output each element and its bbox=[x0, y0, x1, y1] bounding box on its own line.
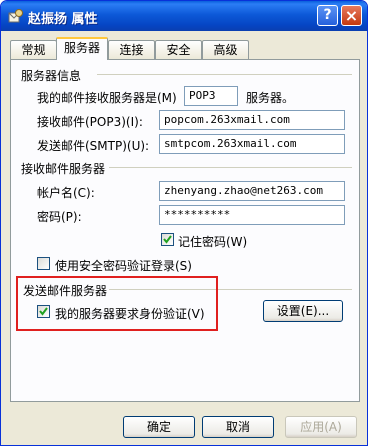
pop3-server-field[interactable]: popcom.263xmail.com bbox=[159, 110, 345, 130]
checkmark-icon bbox=[163, 235, 172, 244]
remember-password-checkbox[interactable] bbox=[161, 233, 174, 246]
smtp-server-field[interactable]: smtpcom.263xmail.com bbox=[159, 134, 345, 154]
title-bar[interactable]: 赵振扬 属性 ? × bbox=[1, 1, 367, 31]
help-button[interactable]: ? bbox=[317, 5, 338, 26]
incoming-server-group-label: 接收邮件服务器 bbox=[21, 160, 106, 177]
incoming-type-field[interactable]: POP3 bbox=[184, 86, 238, 106]
password-field[interactable]: ********** bbox=[159, 205, 345, 225]
group-divider bbox=[109, 167, 352, 168]
account-label: 帐户名(C): bbox=[37, 186, 95, 200]
smtp-label: 发送邮件(SMTP)(U): bbox=[37, 139, 150, 153]
tab-advanced[interactable]: 高级 bbox=[202, 40, 249, 59]
incoming-type-label: 我的邮件接收服务器是(M) bbox=[37, 91, 177, 105]
password-label: 密码(P): bbox=[37, 210, 82, 224]
incoming-type-suffix: 服务器。 bbox=[246, 91, 295, 105]
pop3-label: 接收邮件(POP3)(I): bbox=[37, 115, 143, 129]
group-divider bbox=[97, 74, 352, 75]
tab-security[interactable]: 安全 bbox=[155, 40, 202, 59]
cancel-button[interactable]: 取消 bbox=[202, 416, 274, 438]
secure-password-auth-checkbox[interactable] bbox=[37, 257, 50, 270]
close-button[interactable]: × bbox=[341, 5, 362, 26]
secure-password-auth-label[interactable]: 使用安全密码验证登录(S) bbox=[55, 257, 192, 274]
ok-button[interactable]: 确定 bbox=[123, 416, 195, 438]
tab-servers[interactable]: 服务器 bbox=[56, 37, 108, 60]
settings-button[interactable]: 设置(E)... bbox=[263, 300, 343, 322]
apply-button: 应用(A) bbox=[285, 416, 357, 438]
properties-dialog: 赵振扬 属性 ? × 常规 服务器 连接 安全 高级 服务器信息 我的邮件接收服… bbox=[0, 0, 368, 446]
window-title: 赵振扬 属性 bbox=[28, 12, 98, 27]
server-info-group-label: 服务器信息 bbox=[21, 67, 82, 84]
tab-connection[interactable]: 连接 bbox=[108, 40, 155, 59]
mail-account-icon bbox=[8, 9, 23, 23]
highlight-box bbox=[16, 276, 218, 331]
remember-password-label[interactable]: 记住密码(W) bbox=[178, 233, 247, 250]
account-name-field[interactable]: zhenyang.zhao@net263.com bbox=[159, 181, 345, 201]
tab-general[interactable]: 常规 bbox=[10, 40, 57, 59]
